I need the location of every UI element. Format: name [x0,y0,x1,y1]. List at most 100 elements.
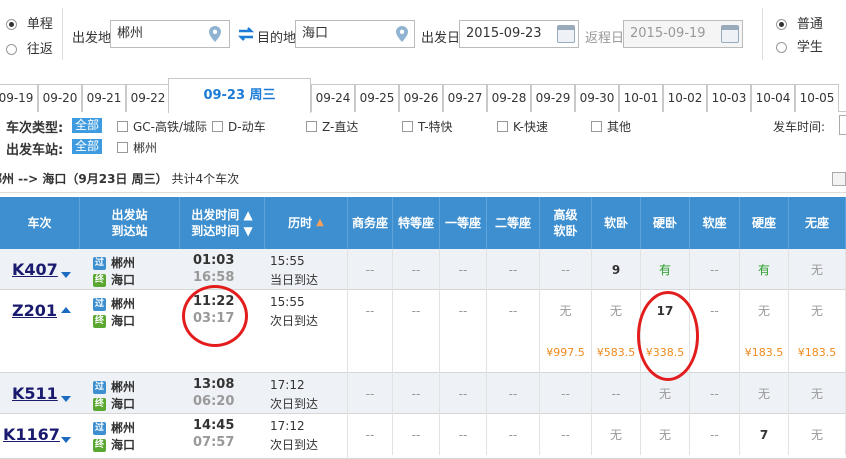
filter-other[interactable]: 其他 [591,118,631,135]
checkbox[interactable] [117,121,128,132]
date-tab[interactable]: 10-02 [663,84,707,112]
seat-availability[interactable]: 无 [592,290,641,331]
collapse-icon[interactable] [832,172,846,186]
date-tab[interactable]: 09-24 [311,84,355,112]
seat-availability[interactable]: 无 [641,414,690,455]
train-type-all-button[interactable]: 全部 [72,118,103,133]
date-tab[interactable]: 10-05 [795,84,839,112]
filter-station-chenzhou[interactable]: 郴州 [117,139,157,156]
date-tab[interactable]: 09-19 [0,84,38,112]
date-tab[interactable]: 10-01 [619,84,663,112]
filter-gc[interactable]: GC-高铁/城际 [117,118,207,135]
calendar-icon[interactable] [721,25,739,43]
col-duration[interactable]: 历时 ▲ [265,197,348,249]
date-tab[interactable]: 10-04 [751,84,795,112]
station-all-button[interactable]: 全部 [72,139,103,154]
seat-availability[interactable]: -- [690,373,740,414]
date-tab[interactable]: 09-30 [575,84,619,112]
trip-oneway-option[interactable]: 单程 [6,13,53,32]
student-radio[interactable] [776,42,787,53]
filter-z[interactable]: Z-直达 [306,118,358,135]
table-row[interactable]: K407 过郴州终海口 01:03 16:58 15:55 当日到达 -- -- -- -- -- 9… [0,249,846,290]
date-tab[interactable]: 09-28 [487,84,531,112]
passenger-student-option[interactable]: 学生 [776,36,823,55]
seat-availability[interactable]: -- [540,373,592,414]
checkbox[interactable] [497,121,508,132]
calendar-icon[interactable] [557,25,575,43]
passenger-normal-option[interactable]: 普通 [776,13,823,32]
table-row[interactable]: K1167 过郴州终海口 14:45 07:57 17:12 次日到达 -- -- -- -- --… [0,414,846,459]
date-tab[interactable]: 09-26 [399,84,443,112]
seat-availability[interactable]: -- [348,290,393,331]
checkbox[interactable] [306,121,317,132]
seat-availability[interactable]: -- [440,414,487,455]
roundtrip-radio[interactable] [6,44,17,55]
normal-radio[interactable] [776,19,787,30]
date-tab[interactable]: 09-20 [38,84,82,112]
seat-availability[interactable]: -- [393,249,440,290]
date-tab[interactable]: 09-22 [126,84,170,112]
seat-availability[interactable]: -- [690,414,740,455]
seat-availability[interactable]: -- [348,249,393,290]
seat-availability[interactable]: 9 [592,249,641,290]
seat-availability[interactable]: -- [440,290,487,331]
oneway-radio[interactable] [6,19,17,30]
seat-availability[interactable]: 无 [789,414,846,455]
date-tab[interactable]: 09-25 [355,84,399,112]
swap-stations-icon[interactable] [236,26,256,42]
seat-availability[interactable]: -- [540,414,592,455]
seat-availability[interactable]: -- [487,290,540,331]
seat-availability[interactable]: -- [487,414,540,455]
seat-availability[interactable]: 无 [789,249,846,290]
date-tab[interactable]: 09-21 [82,84,126,112]
seat-availability[interactable]: -- [690,249,740,290]
seat-availability[interactable]: -- [393,373,440,414]
seat-availability[interactable]: 无 [740,373,789,414]
checkbox[interactable] [591,121,602,132]
seat-availability[interactable]: -- [592,373,641,414]
seat-availability[interactable]: -- [440,373,487,414]
train-number[interactable]: K511 [12,384,58,403]
seat-availability[interactable]: -- [348,373,393,414]
filter-d[interactable]: D-动车 [212,118,266,135]
seat-availability[interactable]: -- [393,290,440,331]
filter-k[interactable]: K-快速 [497,118,548,135]
col-train: 车次 [0,197,80,249]
seat-availability[interactable]: 无 [789,290,846,331]
seat-availability[interactable]: -- [393,414,440,455]
seat-availability[interactable]: -- [440,249,487,290]
expand-icon[interactable] [61,396,71,402]
seat-availability[interactable]: 无 [592,414,641,455]
date-tab[interactable]: 09-23 周三 [168,78,311,113]
checkbox[interactable] [212,121,223,132]
seat-availability[interactable]: 有 [740,249,789,290]
table-row[interactable]: K511 过郴州终海口 13:08 06:20 17:12 次日到达 -- -- -- -- -- -… [0,373,846,414]
seat-availability[interactable]: -- [487,373,540,414]
depart-time-select[interactable] [839,115,846,135]
collapse-icon[interactable] [61,307,71,313]
location-pin-icon[interactable] [396,26,408,42]
date-tab[interactable]: 09-27 [443,84,487,112]
train-number[interactable]: K1167 [3,425,60,444]
filter-t[interactable]: T-特快 [402,118,453,135]
trip-roundtrip-option[interactable]: 往返 [6,38,53,57]
seat-availability[interactable]: 有 [641,249,690,290]
train-number[interactable]: K407 [12,260,58,279]
seat-availability[interactable]: -- [348,414,393,455]
date-tab[interactable]: 09-29 [531,84,575,112]
expand-icon[interactable] [61,437,71,443]
col-time[interactable]: 出发时间 ▲ 到达时间 ▼ [180,197,265,249]
checkbox[interactable] [402,121,413,132]
seat-availability[interactable]: 无 [740,290,789,331]
seat-availability[interactable]: 无 [540,290,592,331]
date-tab[interactable]: 10-03 [707,84,751,112]
train-number[interactable]: Z201 [12,301,57,320]
seat-availability[interactable]: -- [487,249,540,290]
seat-availability[interactable]: -- [540,249,592,290]
table-row[interactable]: Z201 过郴州终海口 11:22 03:17 15:55 次日到达 -- -- -- -- 无 ¥9… [0,290,846,373]
location-pin-icon[interactable] [209,26,221,42]
checkbox[interactable] [117,142,128,153]
seat-availability[interactable]: 7 [740,414,789,455]
seat-availability[interactable]: 无 [789,373,846,414]
expand-icon[interactable] [61,272,71,278]
